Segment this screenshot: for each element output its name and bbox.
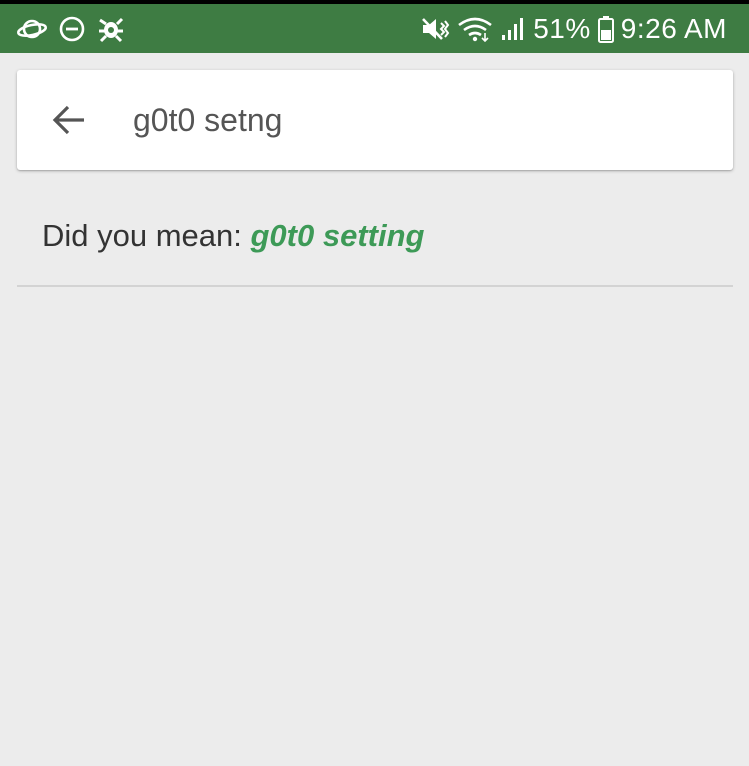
search-input[interactable] [133,94,693,146]
search-bar [17,70,733,170]
back-arrow-icon [51,104,87,136]
suggestion-prefix: Did you mean: [42,218,251,253]
battery-percent: 51% [533,12,591,44]
mute-vibrate-icon [420,16,450,42]
back-button[interactable] [47,100,91,140]
wifi-icon [457,16,493,42]
status-bar-right-icons: 51% 9:26 AM [420,4,727,53]
signal-icon [500,16,526,42]
bug-icon [96,14,126,44]
status-bar-left-icons [16,4,126,53]
divider [17,285,733,287]
suggested-query-link[interactable]: g0t0 setting [251,218,425,253]
clock: 9:26 AM [620,12,727,44]
do-not-disturb-icon [58,15,86,43]
saturn-icon [16,15,48,43]
did-you-mean-suggestion: Did you mean: g0t0 setting [42,218,424,254]
status-bar: 51% 9:26 AM [0,4,749,53]
battery-icon [597,15,614,43]
